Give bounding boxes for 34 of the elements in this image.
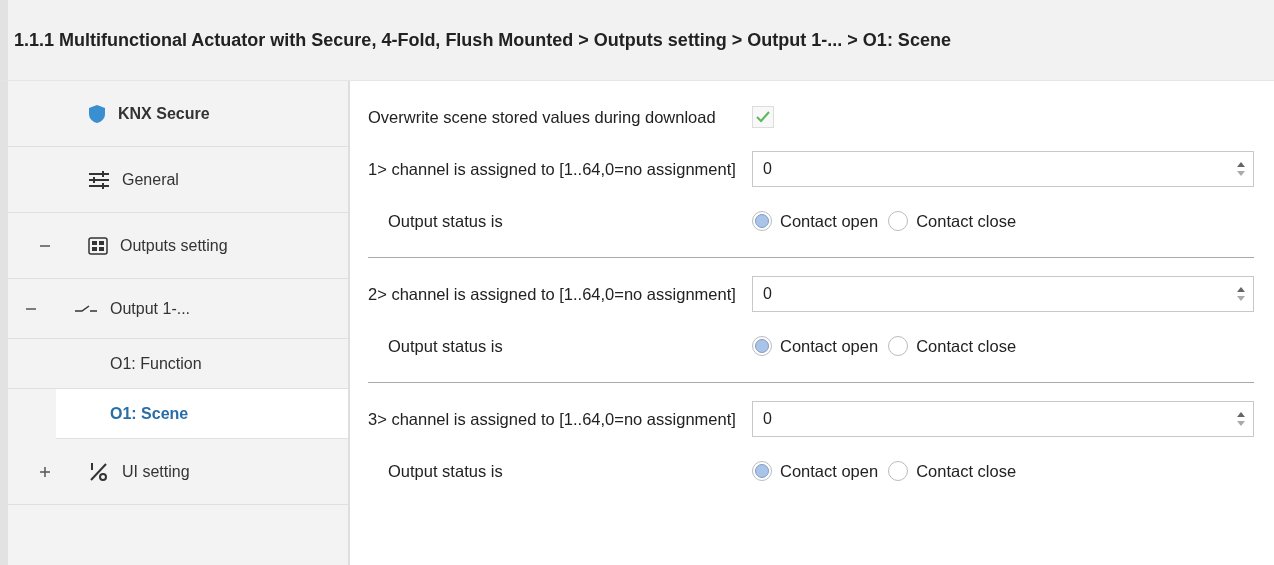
radio-option[interactable]: Contact open bbox=[752, 211, 879, 231]
sliders-icon bbox=[88, 169, 110, 190]
number-field[interactable]: 0 bbox=[752, 401, 1254, 437]
number-field[interactable]: 0 bbox=[752, 151, 1254, 187]
setting-label: Output status is bbox=[387, 336, 504, 356]
tree-item[interactable]: O1: Scene bbox=[56, 389, 348, 439]
radio-option[interactable]: Contact close bbox=[888, 211, 1017, 231]
setting-label: 2> channel is assigned to [1..64,0=no assignment] bbox=[368, 284, 737, 304]
number-field[interactable]: 0 bbox=[752, 276, 1254, 312]
setting-label: 3> channel is assigned to [1..64,0=no assignment] bbox=[368, 409, 737, 429]
spinner-icon[interactable] bbox=[1237, 411, 1245, 427]
radio-option[interactable]: Contact close bbox=[888, 336, 1017, 356]
tree-item[interactable]: UI setting bbox=[8, 439, 348, 505]
tree-item[interactable]: General bbox=[8, 147, 348, 213]
setting-label: Output status is bbox=[387, 461, 504, 481]
tree-item[interactable]: Output 1-... bbox=[8, 279, 348, 339]
ui-tools-icon bbox=[88, 460, 110, 483]
setting-label: Output status is bbox=[387, 211, 504, 231]
radio-option[interactable]: Contact close bbox=[888, 461, 1017, 481]
check-icon bbox=[756, 111, 770, 123]
radio-option[interactable]: Contact open bbox=[752, 336, 879, 356]
shield-icon bbox=[88, 103, 106, 124]
window-title: 1.1.1 Multifunctional Actuator with Secure, 4-Fold, Flush Mounted > Outputs setting > Output 1-... > O1: Scene bbox=[14, 29, 951, 51]
spinner-icon[interactable] bbox=[1237, 286, 1245, 302]
radio-option[interactable]: Contact open bbox=[752, 461, 879, 481]
switch-icon bbox=[74, 303, 98, 314]
setting-label: Overwrite scene stored values during download bbox=[368, 107, 717, 127]
tree-item[interactable]: Outputs setting bbox=[8, 213, 348, 279]
checkbox[interactable] bbox=[752, 106, 774, 128]
grid-icon bbox=[88, 236, 108, 255]
setting-label: 1> channel is assigned to [1..64,0=no assignment] bbox=[368, 159, 737, 179]
expand-icon[interactable] bbox=[40, 466, 50, 477]
tree-item[interactable]: KNX Secure bbox=[8, 81, 348, 147]
spinner-icon[interactable] bbox=[1237, 161, 1245, 177]
